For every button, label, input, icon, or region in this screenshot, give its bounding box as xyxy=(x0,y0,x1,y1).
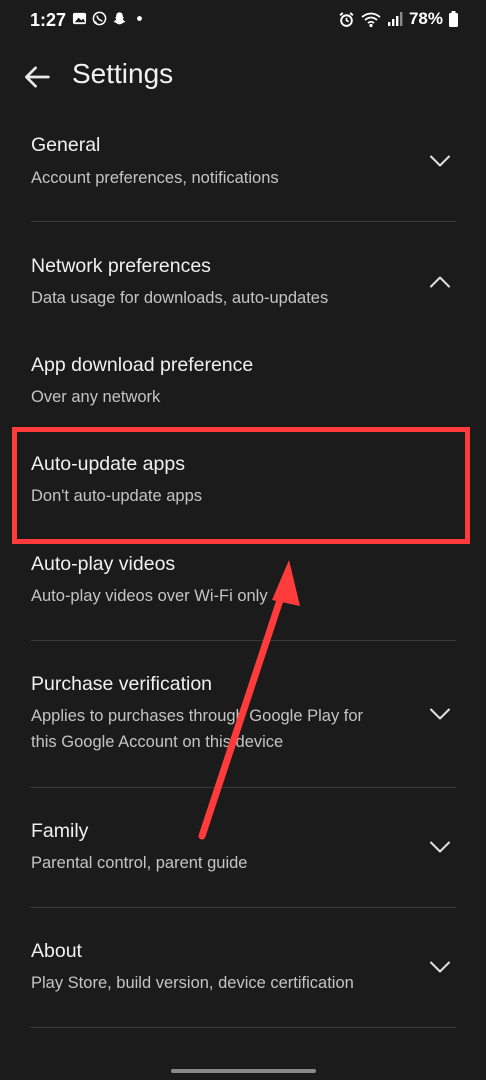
status-time: 1:27 xyxy=(30,10,67,30)
settings-section-purchase-verification[interactable]: Purchase verification Applies to purchas… xyxy=(0,667,486,767)
section-subtitle: Parental control, parent guide xyxy=(31,854,248,872)
chevron-down-icon xyxy=(430,155,450,167)
gallery-icon xyxy=(72,12,87,25)
setting-title: App download preference xyxy=(31,354,254,376)
back-button[interactable] xyxy=(20,60,54,94)
battery-percentage: 78% xyxy=(408,9,443,28)
status-notification-icons xyxy=(72,11,147,26)
settings-section-family[interactable]: Family Parental control, parent guide xyxy=(0,814,486,888)
whatsapp-icon xyxy=(92,11,107,26)
setting-title: Auto-play videos xyxy=(31,553,176,575)
setting-subtitle: Over any network xyxy=(31,388,161,406)
section-subtitle-line1: Applies to purchases through Google Play… xyxy=(31,707,364,725)
section-title: Family xyxy=(31,820,89,842)
chevron-up-icon xyxy=(430,276,450,288)
settings-section-general[interactable]: General Account preferences, notificatio… xyxy=(0,128,486,222)
section-subtitle: Data usage for downloads, auto-updates xyxy=(31,289,329,307)
settings-section-about[interactable]: About Play Store, build version, device … xyxy=(0,934,486,1008)
settings-section-network-preferences[interactable]: Network preferences Data usage for downl… xyxy=(0,249,486,323)
chevron-down-icon xyxy=(430,708,450,720)
wifi-icon xyxy=(361,12,381,27)
battery-icon xyxy=(449,11,458,27)
section-title: About xyxy=(31,940,82,962)
divider xyxy=(31,1027,456,1028)
page-title: Settings xyxy=(72,58,174,89)
alarm-icon xyxy=(339,11,354,27)
signal-icon xyxy=(387,12,403,26)
notification-dot-icon xyxy=(137,16,142,21)
snapchat-icon xyxy=(113,12,126,25)
section-title: General xyxy=(31,134,101,156)
chevron-down-icon xyxy=(430,961,450,973)
section-subtitle: Play Store, build version, device certif… xyxy=(31,974,354,992)
section-title: Network preferences xyxy=(31,255,211,277)
section-subtitle-line2: this Google Account on this device xyxy=(31,733,284,751)
settings-screen: 1:27 78% Settings General Account prefer… xyxy=(0,0,486,1080)
divider xyxy=(31,640,456,641)
arrow-back-icon xyxy=(25,66,50,88)
setting-app-download-preference[interactable]: App download preference Over any network xyxy=(0,348,486,422)
status-bar: 1:27 78% xyxy=(0,0,486,40)
section-subtitle: Account preferences, notifications xyxy=(31,169,279,187)
setting-auto-play-videos[interactable]: Auto-play videos Auto-play videos over W… xyxy=(0,547,486,621)
annotation-highlight-box xyxy=(12,427,470,544)
section-title: Purchase verification xyxy=(31,673,213,695)
divider xyxy=(31,907,456,908)
divider xyxy=(31,787,456,788)
chevron-down-icon xyxy=(430,841,450,853)
status-system-icons: 78% xyxy=(338,9,458,29)
gesture-nav-handle[interactable] xyxy=(171,1069,316,1073)
divider xyxy=(31,221,456,222)
setting-subtitle: Auto-play videos over Wi-Fi only xyxy=(31,587,268,605)
app-bar: Settings xyxy=(0,48,486,104)
